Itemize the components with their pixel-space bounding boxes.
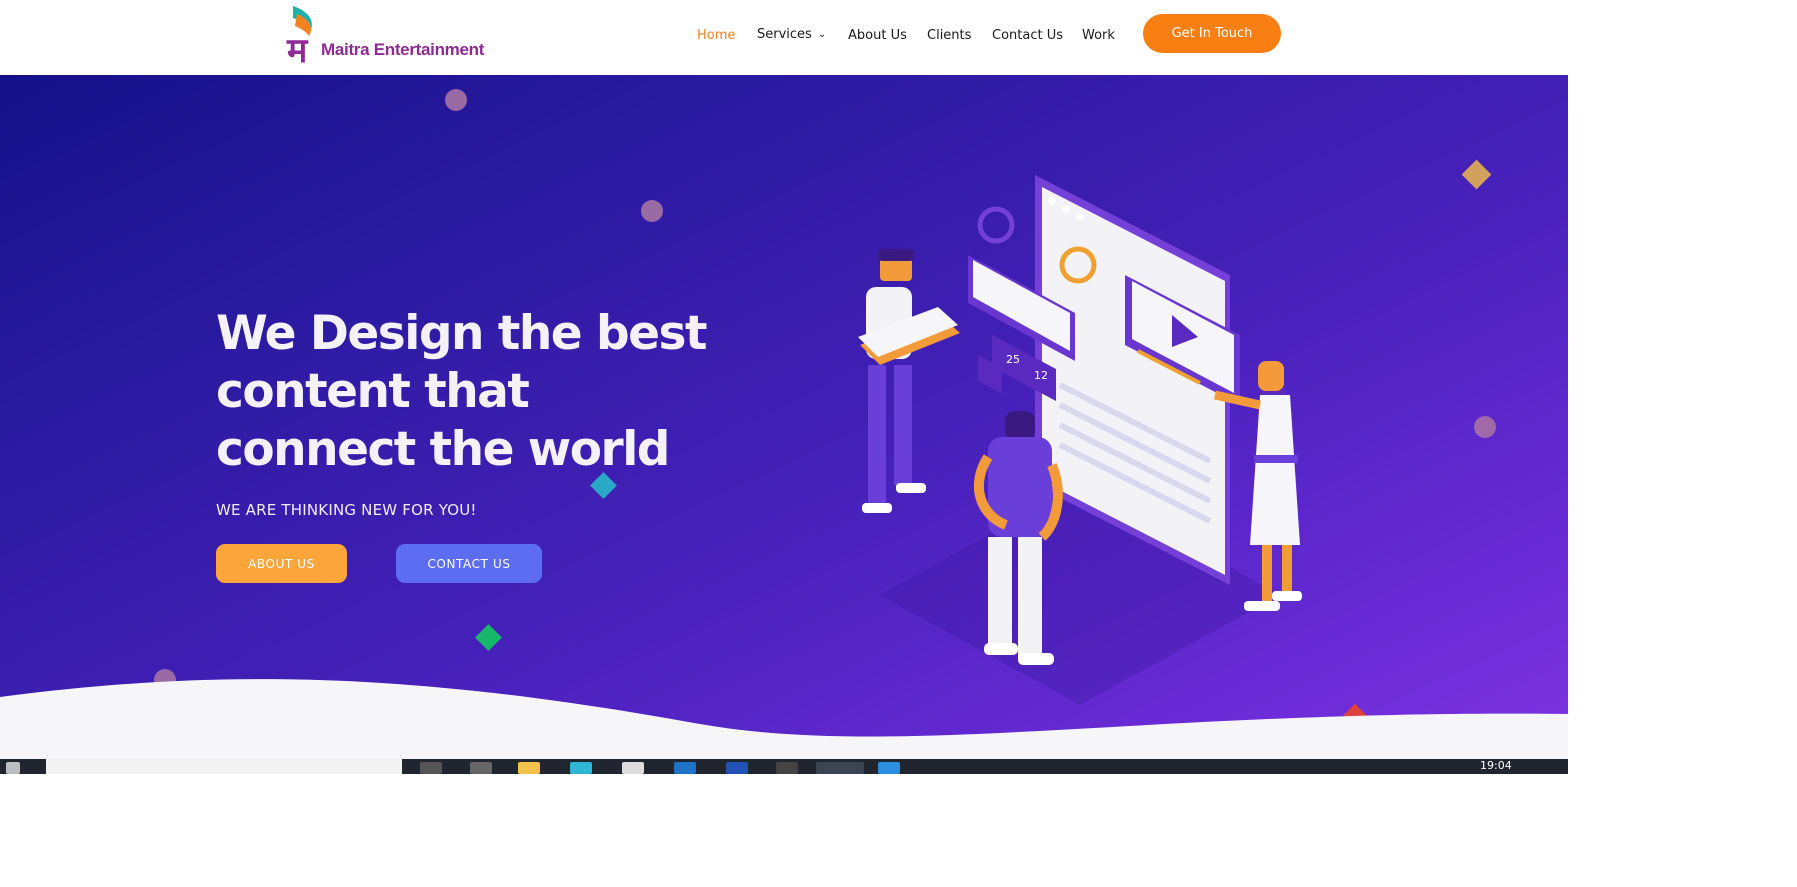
nav-services-label: Services [757, 27, 812, 42]
widgets-icon[interactable] [470, 762, 492, 774]
logo-mark-icon: म [286, 6, 312, 71]
edge-browser-icon[interactable] [570, 762, 592, 774]
decor-circle [641, 200, 663, 222]
hero-title: We Design the best content that connect … [216, 306, 707, 477]
nav-home[interactable]: Home [697, 28, 735, 43]
contact-us-button[interactable]: CONTACT US [396, 544, 542, 583]
hero-wave-divider [0, 679, 1568, 759]
app-icon[interactable] [726, 762, 748, 774]
comments-count: 12 [1034, 369, 1048, 382]
app-icon[interactable] [776, 762, 798, 774]
taskbar-search-input[interactable] [46, 759, 402, 774]
task-view-icon[interactable] [420, 762, 442, 774]
likes-count: 25 [1006, 353, 1020, 366]
decor-circle [445, 89, 467, 111]
nav-clients[interactable]: Clients [927, 28, 971, 43]
file-explorer-icon[interactable] [518, 762, 540, 774]
hero-subtitle: WE ARE THINKING NEW FOR YOU! [216, 501, 477, 519]
mail-icon[interactable] [674, 762, 696, 774]
chevron-down-icon: ⌄ [817, 29, 827, 40]
decor-diamond [475, 624, 502, 651]
taskbar-clock[interactable]: 19:04 [1480, 759, 1512, 772]
site-header: म Maitra Entertainment Home Services ⌄ Ab… [0, 0, 1568, 75]
hero-illustration: 25 12 [858, 175, 1302, 705]
nav-about-us[interactable]: About Us [848, 28, 907, 43]
nav-contact-us[interactable]: Contact Us [992, 28, 1063, 43]
nav-services[interactable]: Services ⌄ [757, 27, 826, 42]
store-icon[interactable] [622, 762, 644, 774]
logo-text: Maitra Entertainment [321, 40, 485, 59]
active-app-icon[interactable] [816, 762, 864, 774]
decor-circle [1474, 416, 1496, 438]
nav-work[interactable]: Work [1082, 28, 1115, 43]
logo-glyph: म [286, 31, 309, 66]
about-us-button[interactable]: ABOUT US [216, 544, 347, 583]
vscode-icon[interactable] [878, 762, 900, 774]
os-taskbar: 19:04 [0, 759, 1568, 774]
hero-section: We Design the best content that connect … [0, 75, 1568, 759]
decor-diamond [1461, 159, 1492, 190]
get-in-touch-button[interactable]: Get In Touch [1143, 14, 1281, 53]
brand-logo[interactable]: म Maitra Entertainment [285, 4, 484, 71]
start-icon[interactable] [6, 762, 20, 774]
